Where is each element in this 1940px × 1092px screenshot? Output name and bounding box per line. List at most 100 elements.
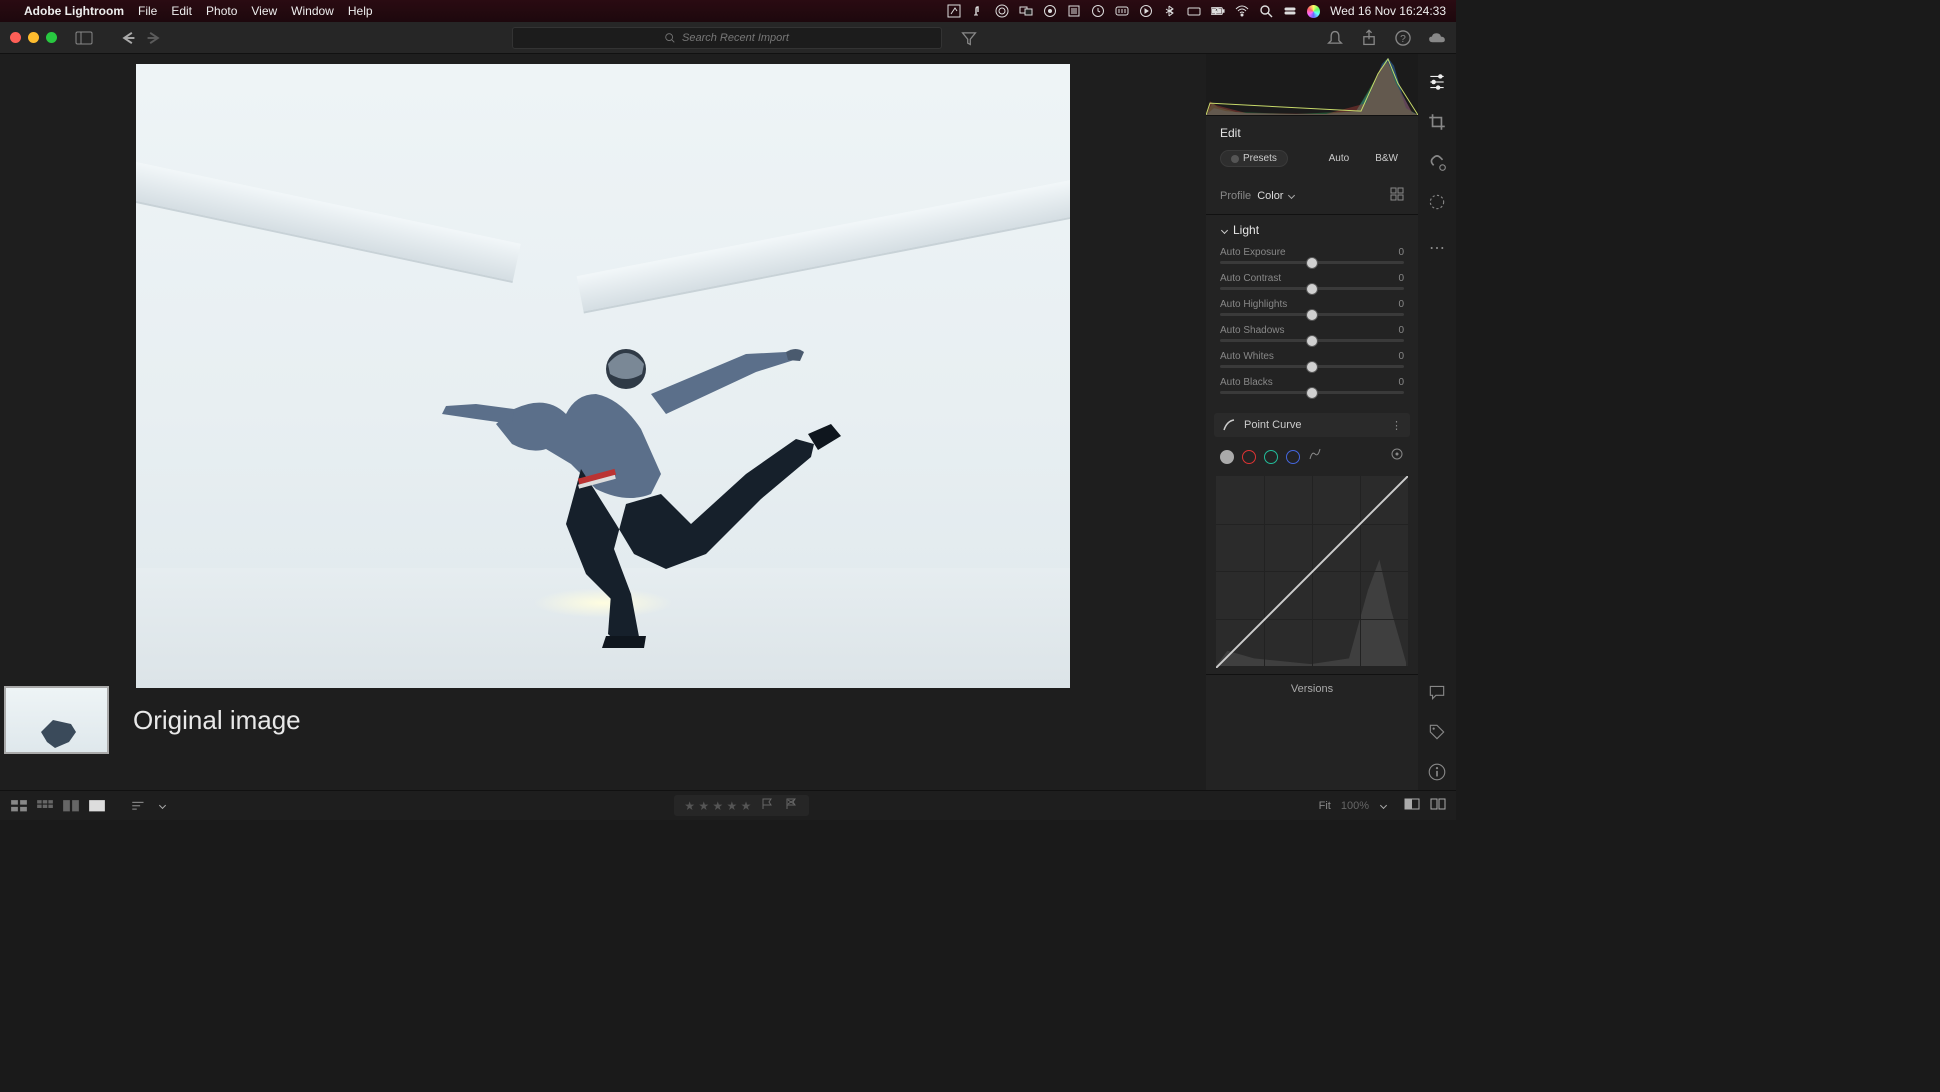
filmstrip-thumbnail[interactable]	[4, 686, 109, 754]
bluetooth-icon[interactable]	[1163, 4, 1177, 18]
status-icon-displays[interactable]	[1019, 4, 1033, 18]
presets-label: Presets	[1243, 153, 1277, 164]
view-grid-small-icon[interactable]	[36, 799, 54, 813]
status-icon-1[interactable]	[947, 4, 961, 18]
nav-forward-icon[interactable]	[145, 29, 163, 47]
more-icon[interactable]: ⋯	[1427, 238, 1447, 258]
view-detail-icon[interactable]	[88, 799, 106, 813]
cloud-icon[interactable]	[1428, 29, 1446, 47]
zoom-chevron-icon[interactable]	[1380, 802, 1387, 809]
channel-green[interactable]	[1264, 450, 1278, 464]
menu-photo[interactable]: Photo	[206, 4, 237, 18]
app-toolbar: Search Recent Import ?	[0, 22, 1456, 54]
slider-whites-track[interactable]	[1220, 365, 1404, 368]
menu-view[interactable]: View	[251, 4, 277, 18]
slider-shadows-track[interactable]	[1220, 339, 1404, 342]
auto-button[interactable]: Auto	[1323, 151, 1356, 166]
caption-text: Original image	[133, 705, 301, 736]
help-icon[interactable]: ?	[1394, 29, 1412, 47]
search-placeholder: Search Recent Import	[682, 32, 789, 44]
photo-preview[interactable]	[136, 64, 1070, 688]
light-section-header[interactable]: Light	[1206, 215, 1418, 245]
window-close-button[interactable]	[10, 32, 21, 43]
status-icon-circle[interactable]	[1043, 4, 1057, 18]
slider-blacks: Auto Blacks0	[1220, 377, 1404, 394]
status-icon-2[interactable]	[971, 4, 985, 18]
search-icon	[664, 32, 676, 44]
profile-dropdown[interactable]: Color	[1257, 190, 1294, 202]
view-grid-icon[interactable]	[10, 799, 28, 813]
zoom-value[interactable]: 100%	[1341, 800, 1369, 812]
panel-title: Edit	[1220, 126, 1241, 140]
point-curve-header[interactable]: Point Curve ⋮	[1214, 413, 1410, 437]
tag-icon[interactable]	[1427, 722, 1447, 742]
comment-icon[interactable]	[1427, 682, 1447, 702]
tone-curve[interactable]	[1216, 476, 1408, 666]
point-curve-menu-icon[interactable]: ⋮	[1391, 419, 1402, 432]
curve-target-icon[interactable]	[1390, 447, 1404, 466]
sort-chevron-icon[interactable]	[159, 802, 166, 809]
channel-parametric-icon[interactable]	[1308, 447, 1322, 466]
presets-button[interactable]: Presets	[1220, 150, 1288, 167]
edit-sliders-icon[interactable]	[1427, 72, 1447, 92]
status-icon-play[interactable]	[1139, 4, 1153, 18]
battery-icon[interactable]	[1211, 4, 1225, 18]
window-maximize-button[interactable]	[46, 32, 57, 43]
profile-label: Profile	[1220, 190, 1251, 202]
slider-highlights: Auto Highlights0	[1220, 299, 1404, 316]
tool-rail: ⋯	[1418, 54, 1456, 790]
status-icon-cc[interactable]	[995, 4, 1009, 18]
slider-thumb[interactable]	[1306, 257, 1318, 269]
control-center-icon[interactable]	[1283, 4, 1297, 18]
menu-help[interactable]: Help	[348, 4, 373, 18]
point-curve-label: Point Curve	[1244, 419, 1301, 431]
view-compare-icon[interactable]	[62, 799, 80, 813]
status-icon-bars[interactable]	[1115, 4, 1129, 18]
slider-blacks-track[interactable]	[1220, 391, 1404, 394]
spotlight-icon[interactable]	[1259, 4, 1273, 18]
channel-luma[interactable]	[1220, 450, 1234, 464]
presets-dot-icon	[1231, 155, 1239, 163]
versions-button[interactable]: Versions	[1206, 674, 1418, 703]
wifi-icon[interactable]	[1235, 4, 1249, 18]
sort-icon[interactable]	[130, 799, 148, 813]
healing-icon[interactable]	[1427, 152, 1447, 172]
original-toggle-icon[interactable]	[1430, 798, 1446, 813]
slider-exposure-track[interactable]	[1220, 261, 1404, 264]
siri-icon[interactable]	[1307, 5, 1320, 18]
flag-pick-icon[interactable]	[761, 798, 775, 813]
masking-icon[interactable]	[1427, 192, 1447, 212]
search-input[interactable]: Search Recent Import	[512, 27, 942, 49]
status-icon-clock[interactable]	[1091, 4, 1105, 18]
status-icon-list[interactable]	[1067, 4, 1081, 18]
menu-edit[interactable]: Edit	[171, 4, 192, 18]
menubar-clock[interactable]: Wed 16 Nov 16:24:33	[1330, 4, 1446, 18]
crop-icon[interactable]	[1427, 112, 1447, 132]
app-name[interactable]: Adobe Lightroom	[24, 4, 124, 18]
bottom-bar: ★ ★ ★ ★ ★ Fit 100%	[0, 790, 1456, 820]
histogram[interactable]	[1206, 54, 1418, 116]
keyboard-icon[interactable]	[1187, 4, 1201, 18]
rating-stars[interactable]: ★ ★ ★ ★ ★	[684, 799, 751, 813]
notifications-icon[interactable]	[1326, 29, 1344, 47]
sidebar-toggle-icon[interactable]	[75, 29, 93, 47]
menu-window[interactable]: Window	[291, 4, 334, 18]
before-after-icon[interactable]	[1404, 798, 1420, 813]
channel-blue[interactable]	[1286, 450, 1300, 464]
bw-button[interactable]: B&W	[1369, 151, 1404, 166]
info-icon[interactable]	[1427, 762, 1447, 782]
nav-back-icon[interactable]	[119, 29, 137, 47]
canvas-area[interactable]: Original image	[0, 54, 1206, 790]
channel-red[interactable]	[1242, 450, 1256, 464]
slider-contrast-track[interactable]	[1220, 287, 1404, 290]
share-icon[interactable]	[1360, 29, 1378, 47]
slider-shadows: Auto Shadows0	[1220, 325, 1404, 342]
curve-icon	[1222, 418, 1236, 432]
profile-browser-icon[interactable]	[1390, 187, 1404, 204]
filter-icon[interactable]	[960, 29, 978, 47]
fit-label[interactable]: Fit	[1319, 800, 1331, 812]
menu-file[interactable]: File	[138, 4, 157, 18]
slider-highlights-track[interactable]	[1220, 313, 1404, 316]
flag-reject-icon[interactable]	[785, 798, 799, 813]
window-minimize-button[interactable]	[28, 32, 39, 43]
